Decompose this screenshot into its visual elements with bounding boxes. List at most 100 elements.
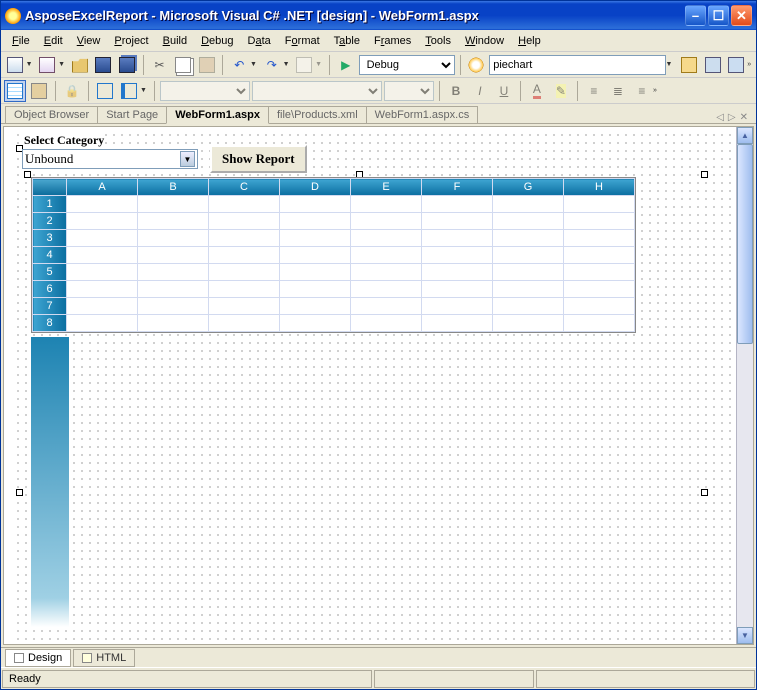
tab-products-xml[interactable]: file\Products.xml — [268, 106, 367, 123]
cell[interactable] — [422, 298, 493, 315]
cell[interactable] — [422, 247, 493, 264]
undo-dropdown-icon[interactable]: ▼ — [250, 61, 259, 68]
scroll-thumb[interactable] — [737, 144, 753, 344]
chevron-down-icon[interactable]: ▼ — [180, 151, 195, 167]
menu-view[interactable]: View — [70, 33, 108, 49]
menu-format[interactable]: Format — [278, 33, 327, 49]
menu-file[interactable]: File — [5, 33, 37, 49]
cell[interactable] — [351, 196, 422, 213]
close-button[interactable]: ✕ — [731, 5, 752, 26]
cell[interactable] — [209, 247, 280, 264]
cell[interactable] — [351, 281, 422, 298]
properties-button[interactable] — [702, 54, 724, 76]
align-left-button[interactable]: ≡ — [583, 80, 605, 102]
maximize-button[interactable]: ☐ — [708, 5, 729, 26]
menu-table[interactable]: Table — [327, 33, 367, 49]
cell[interactable] — [493, 213, 564, 230]
redo-button[interactable]: ↷ — [261, 54, 283, 76]
selection-handle[interactable] — [24, 171, 31, 178]
column-header[interactable]: A — [67, 179, 138, 196]
cell[interactable] — [138, 230, 209, 247]
scroll-up-icon[interactable]: ▲ — [737, 127, 753, 144]
tab-webform1[interactable]: WebForm1.aspx — [166, 106, 269, 124]
cell[interactable] — [138, 298, 209, 315]
menu-help[interactable]: Help — [511, 33, 548, 49]
cell[interactable] — [67, 247, 138, 264]
backcolor-button[interactable]: ✎ — [550, 80, 572, 102]
find-input[interactable] — [489, 55, 665, 75]
tab-start-page[interactable]: Start Page — [97, 106, 167, 123]
cell[interactable] — [493, 196, 564, 213]
view-tab-design[interactable]: Design — [5, 649, 71, 667]
cell[interactable] — [564, 196, 635, 213]
cell[interactable] — [564, 213, 635, 230]
tab-webform1-cs[interactable]: WebForm1.aspx.cs — [366, 106, 479, 123]
cell[interactable] — [564, 264, 635, 281]
cell[interactable] — [493, 281, 564, 298]
menu-edit[interactable]: Edit — [37, 33, 70, 49]
redo-dropdown-icon[interactable]: ▼ — [283, 61, 292, 68]
cell[interactable] — [564, 247, 635, 264]
cell[interactable] — [280, 196, 351, 213]
cell[interactable] — [138, 315, 209, 332]
cell[interactable] — [351, 264, 422, 281]
column-header[interactable]: D — [280, 179, 351, 196]
open-button[interactable] — [69, 54, 91, 76]
cell[interactable] — [209, 230, 280, 247]
find-icon[interactable] — [466, 54, 488, 76]
row-header[interactable]: 3 — [33, 230, 67, 247]
add-item-button[interactable] — [37, 54, 59, 76]
undo-button[interactable]: ↶ — [228, 54, 250, 76]
cell[interactable] — [351, 315, 422, 332]
cut-button[interactable]: ✂ — [149, 54, 171, 76]
scroll-down-icon[interactable]: ▼ — [737, 627, 753, 644]
cell[interactable] — [67, 315, 138, 332]
cell[interactable] — [422, 264, 493, 281]
solution-explorer-button[interactable] — [678, 54, 700, 76]
cell[interactable] — [493, 247, 564, 264]
column-header[interactable]: H — [564, 179, 635, 196]
menu-window[interactable]: Window — [458, 33, 511, 49]
cell[interactable] — [422, 315, 493, 332]
cell[interactable] — [351, 298, 422, 315]
spreadsheet-grid[interactable]: ABCDEFGH12345678 — [31, 177, 636, 333]
show-report-button[interactable]: Show Report — [210, 145, 307, 173]
column-header[interactable]: C — [209, 179, 280, 196]
row-header[interactable]: 6 — [33, 281, 67, 298]
cell[interactable] — [280, 230, 351, 247]
column-header[interactable]: G — [493, 179, 564, 196]
italic-button[interactable]: I — [469, 80, 491, 102]
cell[interactable] — [280, 247, 351, 264]
nav-back-button[interactable] — [294, 54, 316, 76]
cell[interactable] — [422, 281, 493, 298]
column-header[interactable]: E — [351, 179, 422, 196]
cell[interactable] — [67, 213, 138, 230]
menu-data[interactable]: Data — [241, 33, 278, 49]
cell[interactable] — [209, 196, 280, 213]
cell[interactable] — [280, 281, 351, 298]
row-header[interactable]: 5 — [33, 264, 67, 281]
forecolor-button[interactable]: A — [526, 80, 548, 102]
style-select[interactable] — [160, 81, 250, 101]
align-right-button[interactable]: ≡ — [631, 80, 653, 102]
cell[interactable] — [351, 213, 422, 230]
cell[interactable] — [351, 247, 422, 264]
cell[interactable] — [280, 315, 351, 332]
find-dropdown-icon[interactable]: ▼ — [666, 61, 675, 68]
selection-handle[interactable] — [16, 489, 23, 496]
new-project-button[interactable] — [4, 54, 26, 76]
view2-button[interactable] — [118, 80, 140, 102]
cell[interactable] — [67, 230, 138, 247]
cell[interactable] — [493, 315, 564, 332]
tab-nav-right-icon[interactable]: ▷ — [728, 112, 736, 123]
cell[interactable] — [422, 213, 493, 230]
cell[interactable] — [422, 196, 493, 213]
cell[interactable] — [209, 213, 280, 230]
row-header[interactable]: 2 — [33, 213, 67, 230]
save-button[interactable] — [93, 54, 115, 76]
tab-nav-left-icon[interactable]: ◁ — [716, 112, 724, 123]
cell[interactable] — [351, 230, 422, 247]
paste-button[interactable] — [196, 54, 218, 76]
cell[interactable] — [67, 298, 138, 315]
formatting-overflow-icon[interactable]: » — [653, 87, 659, 94]
